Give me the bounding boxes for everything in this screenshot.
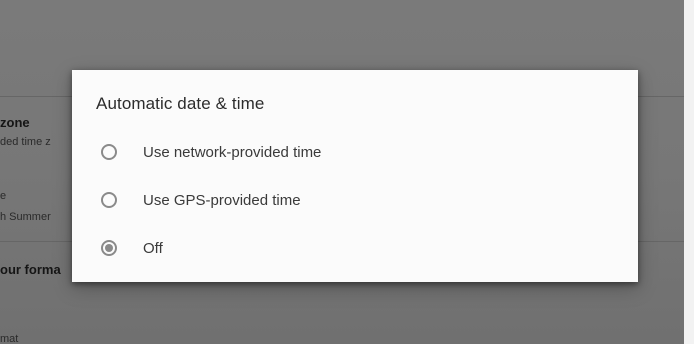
radio-button-checked-icon[interactable] [101, 240, 117, 256]
setting-title-partial: e [0, 190, 7, 202]
radio-button-icon[interactable] [101, 192, 117, 208]
option-off[interactable]: Off [96, 228, 616, 268]
format-setting-title: our forma [0, 262, 61, 277]
option-label: Use network-provided time [143, 143, 322, 161]
automatic-date-time-dialog: Automatic date & time Use network-provid… [72, 70, 638, 282]
setting-subtitle-partial: h Summer [0, 211, 51, 223]
option-gps-provided-time[interactable]: Use GPS-provided time [96, 180, 616, 220]
radio-button-icon[interactable] [101, 144, 117, 160]
option-network-provided-time[interactable]: Use network-provided time [96, 132, 616, 172]
screen-bezel [684, 0, 694, 344]
format-setting-label: mat [0, 333, 19, 344]
option-label: Use GPS-provided time [143, 191, 301, 209]
time-zone-setting-subtitle: ded time z [0, 136, 51, 148]
option-label: Off [143, 239, 163, 257]
screen: zone ded time z e h Summer our forma mat… [0, 0, 694, 344]
dialog-title: Automatic date & time [96, 94, 265, 113]
time-zone-setting-title: zone [0, 115, 30, 130]
